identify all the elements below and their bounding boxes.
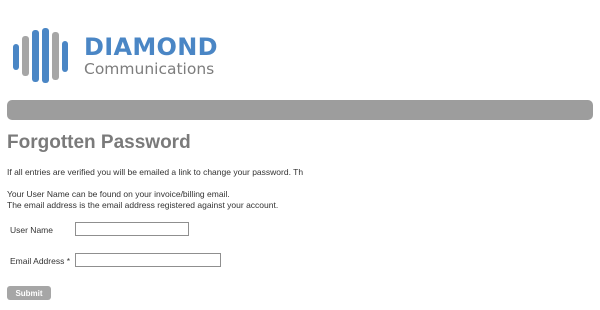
brand-tagline: Communications bbox=[84, 60, 215, 78]
email-input[interactable] bbox=[75, 253, 221, 267]
submit-button[interactable]: Submit bbox=[7, 286, 51, 300]
email-label: Email Address * bbox=[10, 256, 70, 266]
brand-logo: DIAMOND Communications bbox=[13, 27, 233, 83]
hint-line-email: The email address is the email address r… bbox=[7, 200, 279, 210]
intro-text: If all entries are verified you will be … bbox=[7, 167, 304, 177]
page-title: Forgotten Password bbox=[7, 132, 191, 153]
diamond-logo-icon bbox=[13, 27, 73, 83]
header-bar bbox=[7, 100, 593, 120]
hint-text: Your User Name can be found on your invo… bbox=[7, 189, 278, 211]
username-input[interactable] bbox=[75, 222, 189, 236]
username-label: User Name bbox=[10, 225, 53, 235]
hint-line-username: Your User Name can be found on your invo… bbox=[7, 189, 230, 199]
brand-name: DIAMOND bbox=[84, 33, 218, 61]
